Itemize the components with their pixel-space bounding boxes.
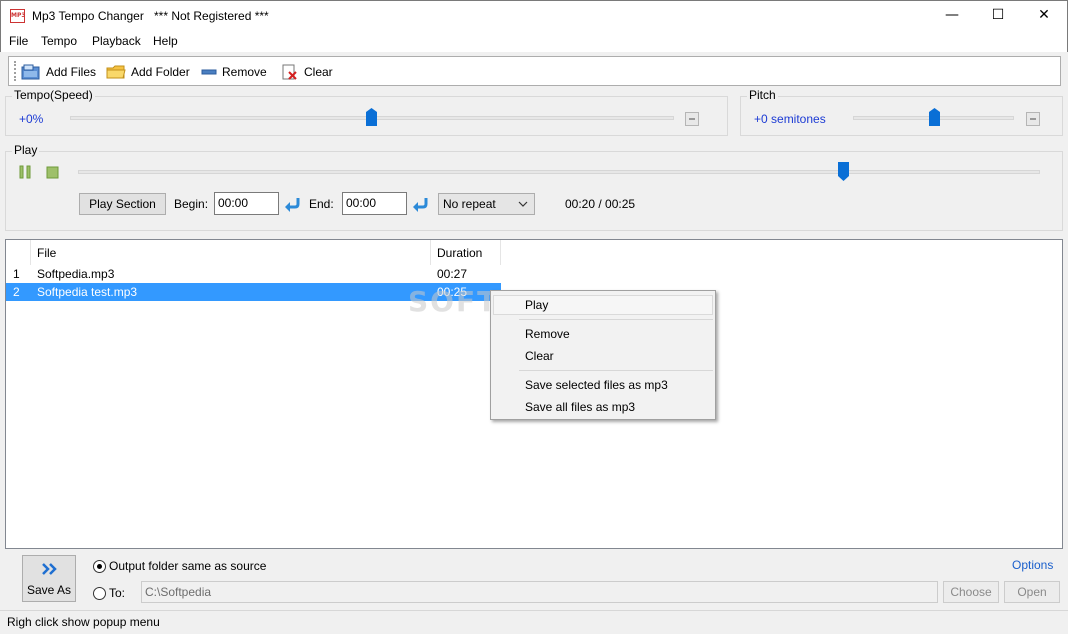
tempo-reset-button[interactable] (685, 112, 699, 126)
clear-label: Clear (304, 65, 333, 79)
set-end-arrow-icon[interactable] (411, 196, 429, 212)
close-button[interactable]: ✕ (1021, 1, 1067, 30)
column-duration[interactable]: Duration (431, 240, 501, 265)
menu-help[interactable]: Help (153, 34, 178, 48)
maximize-button[interactable]: ☐ (975, 1, 1021, 30)
context-menu-separator (519, 370, 713, 371)
context-menu-remove[interactable]: Remove (525, 327, 570, 341)
pitch-group: Pitch +0 semitones (740, 88, 1063, 136)
status-bar: Righ click show popup menu (0, 610, 1068, 634)
row-duration: 00:27 (437, 267, 468, 281)
tempo-group-title: Tempo(Speed) (12, 88, 95, 102)
add-files-icon (21, 64, 41, 80)
repeat-select[interactable]: No repeat (438, 193, 535, 215)
save-as-button[interactable]: Save As (22, 555, 76, 602)
file-list-header: File Duration (6, 240, 1062, 265)
play-group: Play Play Section Begin: 00:00 End: 00:0… (5, 143, 1063, 231)
table-row[interactable]: 1 Softpedia.mp3 00:27 (6, 265, 501, 283)
play-section-button[interactable]: Play Section (79, 193, 166, 215)
begin-time-input[interactable]: 00:00 (214, 192, 279, 215)
registration-status: *** Not Registered *** (154, 9, 269, 23)
clear-document-icon (281, 64, 299, 80)
set-begin-arrow-icon[interactable] (283, 196, 301, 212)
column-index[interactable] (6, 240, 31, 265)
pitch-reset-button[interactable] (1026, 112, 1040, 126)
context-menu-play[interactable]: Play (525, 298, 548, 312)
open-button[interactable]: Open (1004, 581, 1060, 603)
context-menu-save-selected[interactable]: Save selected files as mp3 (525, 378, 668, 392)
toolbar: Add Files Add Folder Remove Clear (8, 56, 1061, 86)
remove-label: Remove (222, 65, 267, 79)
to-label: To: (109, 586, 126, 600)
add-files-button[interactable]: Add Files (21, 62, 96, 82)
stop-icon[interactable] (46, 166, 59, 179)
folder-icon (106, 64, 126, 80)
row-file: Softpedia test.mp3 (37, 285, 138, 299)
choose-button[interactable]: Choose (943, 581, 999, 603)
menu-tempo[interactable]: Tempo (41, 34, 77, 48)
output-panel: Save As Output folder same as source To:… (5, 549, 1063, 609)
begin-label: Begin: (174, 197, 209, 211)
options-link[interactable]: Options (1012, 558, 1053, 572)
context-menu-save-all[interactable]: Save all files as mp3 (525, 400, 635, 414)
add-folder-button[interactable]: Add Folder (106, 62, 190, 82)
tempo-group: Tempo(Speed) +0% (5, 88, 728, 136)
context-menu-separator (519, 319, 713, 320)
minimize-button[interactable]: — (929, 1, 975, 30)
app-icon: MP3 (10, 9, 26, 23)
tempo-slider-thumb[interactable] (366, 108, 377, 126)
repeat-select-value: No repeat (443, 197, 496, 211)
playback-position-track[interactable] (78, 170, 1040, 174)
row-file: Softpedia.mp3 (37, 267, 115, 281)
play-group-title: Play (12, 143, 40, 157)
pitch-value: +0 semitones (754, 112, 826, 126)
pitch-group-title: Pitch (747, 88, 778, 102)
tempo-value: +0% (19, 112, 44, 126)
window-title: Mp3 Tempo Changer (32, 9, 144, 23)
add-folder-label: Add Folder (131, 65, 190, 79)
end-time-input[interactable]: 00:00 (342, 192, 407, 215)
to-folder-radio[interactable] (93, 587, 106, 600)
add-files-label: Add Files (46, 65, 97, 79)
minus-icon (201, 64, 217, 80)
same-as-source-label: Output folder same as source (109, 559, 267, 573)
toolbar-grip[interactable] (14, 61, 17, 81)
column-file[interactable]: File (31, 240, 431, 265)
playback-position-thumb[interactable] (838, 162, 849, 181)
output-path-input[interactable]: C:\Softpedia (141, 581, 938, 603)
row-index: 2 (13, 285, 20, 299)
context-menu-clear[interactable]: Clear (525, 349, 554, 363)
row-index: 1 (13, 267, 20, 281)
pitch-slider-thumb[interactable] (929, 108, 940, 126)
menu-playback[interactable]: Playback (92, 34, 141, 48)
clear-button[interactable]: Clear (281, 62, 333, 82)
save-as-label: Save As (26, 583, 72, 597)
playback-time: 00:20 / 00:25 (565, 197, 636, 211)
menu-bar: File Tempo Playback Help (0, 30, 1068, 52)
remove-button[interactable]: Remove (201, 62, 267, 82)
chevron-down-icon (518, 194, 528, 222)
end-label: End: (309, 197, 334, 211)
double-chevron-right-icon (41, 561, 59, 580)
same-as-source-radio[interactable] (93, 560, 106, 573)
title-bar: MP3 Mp3 Tempo Changer *** Not Registered… (0, 0, 1068, 30)
pause-icon[interactable] (18, 165, 32, 179)
menu-file[interactable]: File (9, 34, 28, 48)
context-menu: Play Remove Clear Save selected files as… (490, 290, 716, 420)
